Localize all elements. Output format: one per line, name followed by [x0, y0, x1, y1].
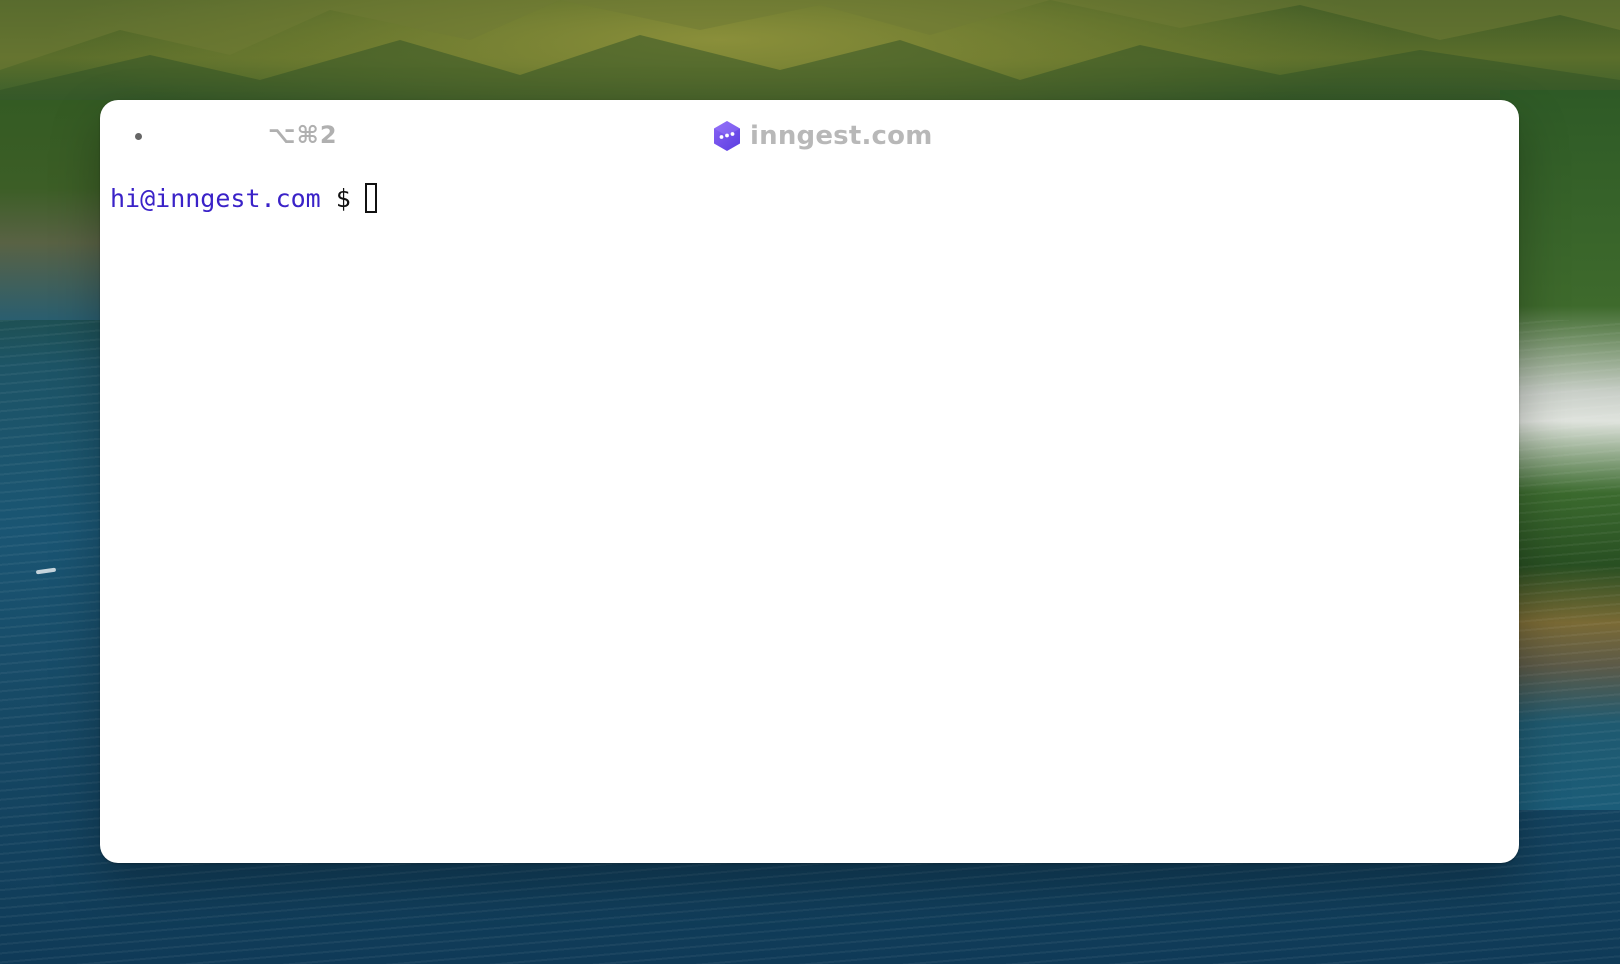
text-cursor[interactable] [364, 183, 377, 213]
window-title: inngest.com [712, 118, 933, 154]
tab-shortcut-label: ⌥⌘2 [268, 121, 338, 149]
inngest-logo-icon [714, 121, 740, 151]
mountain-ridge [0, 0, 1620, 110]
terminal-window[interactable]: ⌥⌘2 inngest.com hi@inngest.com $ [100, 100, 1519, 863]
prompt-line[interactable]: hi@inngest.com $ [110, 176, 1509, 220]
coastline-left [0, 100, 110, 320]
tab-indicator-dot[interactable] [135, 133, 142, 140]
terminal-body[interactable]: hi@inngest.com $ [110, 176, 1509, 853]
window-title-text: inngest.com [750, 121, 933, 151]
prompt-user: hi@inngest.com [110, 183, 321, 213]
window-titlebar[interactable]: ⌥⌘2 inngest.com [100, 100, 1519, 172]
prompt-symbol: $ [335, 183, 351, 213]
